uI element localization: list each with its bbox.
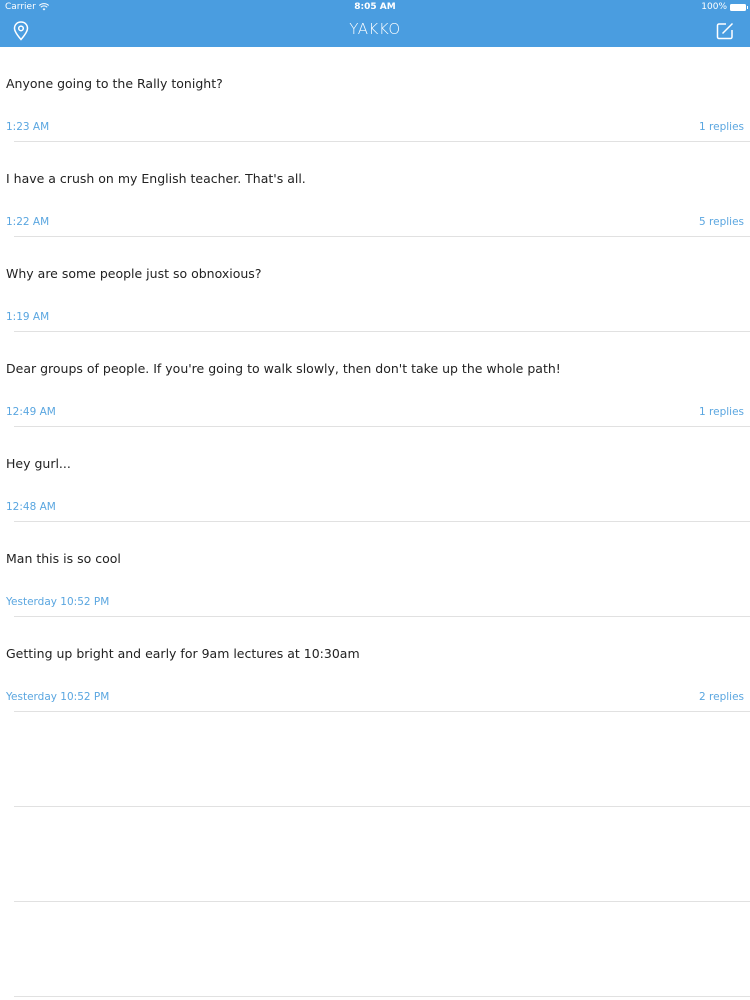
empty-row xyxy=(0,712,750,807)
app-title: YAKKO xyxy=(349,20,401,38)
post-text: Hey gurl... xyxy=(6,456,71,471)
post-item[interactable]: Dear groups of people. If you're going t… xyxy=(0,332,750,427)
post-feed: Anyone going to the Rally tonight? 1:23 … xyxy=(0,47,750,997)
post-item[interactable]: Hey gurl... 12:48 AM xyxy=(0,427,750,522)
post-text: Man this is so cool xyxy=(6,551,121,566)
empty-row xyxy=(0,902,750,997)
post-item[interactable]: Man this is so cool Yesterday 10:52 PM xyxy=(0,522,750,617)
post-text: Dear groups of people. If you're going t… xyxy=(6,361,561,376)
post-text: Getting up bright and early for 9am lect… xyxy=(6,646,360,661)
post-time: 12:48 AM xyxy=(6,501,56,513)
post-time: 12:49 AM xyxy=(6,406,56,418)
compose-icon xyxy=(716,22,734,40)
post-text: I have a crush on my English teacher. Th… xyxy=(6,171,306,186)
post-time: Yesterday 10:52 PM xyxy=(6,691,110,703)
post-text: Why are some people just so obnoxious? xyxy=(6,266,262,281)
post-replies-link[interactable]: 5 replies xyxy=(699,216,744,228)
post-time: Yesterday 10:52 PM xyxy=(6,596,110,608)
post-time: 1:23 AM xyxy=(6,121,50,133)
battery-indicator: 100% xyxy=(701,2,748,12)
post-item[interactable]: I have a crush on my English teacher. Th… xyxy=(0,142,750,237)
post-text: Anyone going to the Rally tonight? xyxy=(6,76,223,91)
empty-row xyxy=(0,807,750,902)
status-bar: Carrier 8:05 AM 100% xyxy=(0,0,750,15)
post-time: 1:22 AM xyxy=(6,216,50,228)
post-replies-link[interactable]: 2 replies xyxy=(699,691,744,703)
post-replies-link[interactable]: 1 replies xyxy=(699,121,744,133)
battery-icon xyxy=(730,3,748,11)
compose-button[interactable] xyxy=(712,19,738,43)
post-replies-link[interactable]: 1 replies xyxy=(699,406,744,418)
battery-percent: 100% xyxy=(701,2,727,12)
status-clock: 8:05 AM xyxy=(354,2,396,12)
post-item[interactable]: Getting up bright and early for 9am lect… xyxy=(0,617,750,712)
post-time: 1:19 AM xyxy=(6,311,50,323)
post-item[interactable]: Why are some people just so obnoxious? 1… xyxy=(0,237,750,332)
nav-bar: YAKKO xyxy=(0,15,750,47)
post-item[interactable]: Anyone going to the Rally tonight? 1:23 … xyxy=(0,47,750,142)
row-divider xyxy=(14,996,750,997)
